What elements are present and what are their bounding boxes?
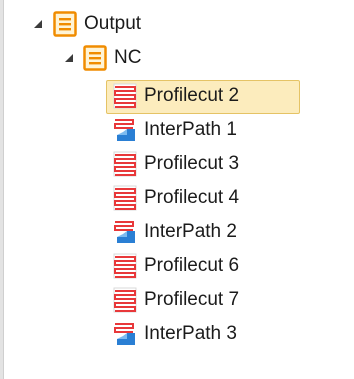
tree-node-interpath-2[interactable]: InterPath 2: [0, 216, 354, 250]
tree-node-label: Output: [84, 13, 142, 34]
profilecut-icon: [113, 83, 137, 109]
interpath-icon: [113, 117, 137, 143]
profilecut-icon: [113, 151, 137, 177]
folder-doc-icon: [83, 45, 107, 71]
expand-triangle-icon[interactable]: [30, 16, 46, 32]
tree-node-profilecut-7[interactable]: Profilecut 7: [0, 284, 354, 318]
tree-node-label: Profilecut 3: [144, 153, 240, 174]
folder-doc-icon: [53, 11, 77, 37]
tree-node-label: InterPath 3: [144, 323, 237, 344]
tree-node-interpath-3[interactable]: InterPath 3: [0, 318, 354, 352]
tree-node-profilecut-6[interactable]: Profilecut 6: [0, 250, 354, 284]
tree-node-nc[interactable]: NC: [0, 41, 354, 75]
profilecut-icon: [113, 185, 137, 211]
interpath-icon: [113, 321, 137, 347]
tree-node-label: Profilecut 2: [144, 85, 240, 106]
expand-triangle-icon[interactable]: [61, 50, 77, 66]
output-tree-view[interactable]: Output NC Profilecut 2 InterPath 1 Profi…: [0, 0, 354, 379]
tree-node-label: InterPath 1: [144, 119, 237, 140]
tree-node-interpath-1[interactable]: InterPath 1: [0, 114, 354, 148]
tree-node-profilecut-2[interactable]: Profilecut 2: [0, 80, 354, 114]
profilecut-icon: [113, 253, 137, 279]
tree-node-label: Profilecut 6: [144, 255, 240, 276]
tree-node-profilecut-4[interactable]: Profilecut 4: [0, 182, 354, 216]
tree-node-label: NC: [114, 47, 142, 68]
tree-node-label: Profilecut 4: [144, 187, 240, 208]
tree-node-label: Profilecut 7: [144, 289, 240, 310]
profilecut-icon: [113, 287, 137, 313]
tree-node-profilecut-3[interactable]: Profilecut 3: [0, 148, 354, 182]
tree-node-output[interactable]: Output: [0, 7, 354, 41]
interpath-icon: [113, 219, 137, 245]
tree-node-label: InterPath 2: [144, 221, 237, 242]
